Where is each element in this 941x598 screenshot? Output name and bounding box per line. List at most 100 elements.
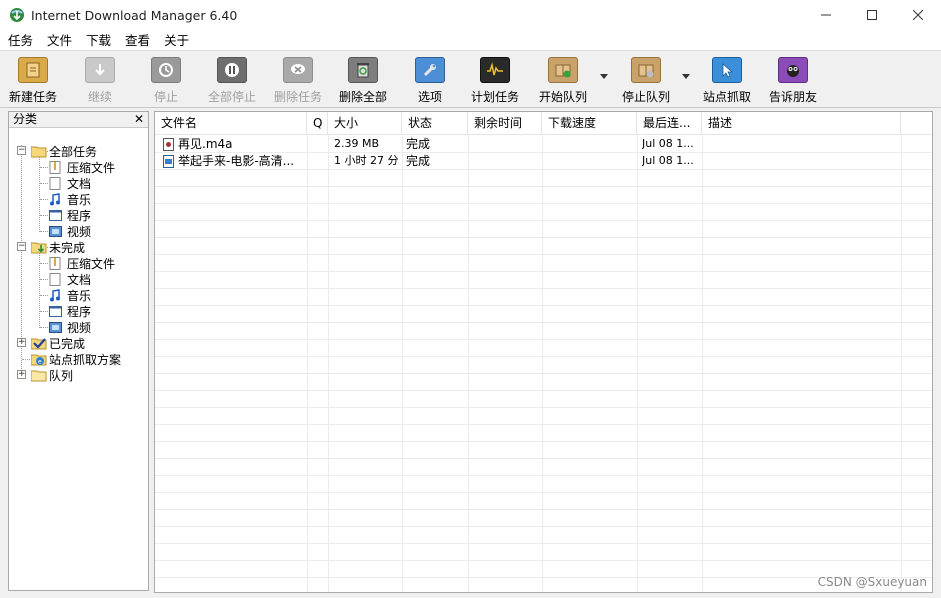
category-grabber-projects[interactable]: e 站点抓取方案	[30, 351, 121, 367]
minimize-button[interactable]	[803, 0, 849, 30]
stop-queue-box-icon	[631, 57, 661, 83]
stop-queue-dropdown-icon[interactable]	[682, 74, 690, 79]
delete-all-button[interactable]: 删除全部	[336, 55, 390, 105]
menu-bar: 任务 文件 下载 查看 关于	[0, 30, 941, 51]
download-list: 文件名 Q 大小 状态 剩余时间 下载速度 最后连... 描述 再见.m4a 2…	[154, 111, 933, 593]
resume-button[interactable]: 继续	[80, 55, 120, 105]
category-all-programs[interactable]: 程序	[49, 207, 91, 223]
cursor-arrow-icon	[712, 57, 742, 83]
grid-row-line	[155, 305, 932, 306]
grid-row-line	[155, 152, 932, 153]
options-button[interactable]: 选项	[412, 55, 448, 105]
file-last-try: Jul 08 1...	[642, 154, 694, 167]
stop-queue-button[interactable]: 停止队列	[619, 55, 673, 105]
audio-file-icon	[163, 138, 174, 151]
pause-icon	[217, 57, 247, 83]
new-task-button[interactable]: 新建任务	[8, 55, 58, 105]
category-finished[interactable]: 已完成	[30, 335, 85, 351]
stop-button[interactable]: 停止	[146, 55, 186, 105]
category-unfinished-programs[interactable]: 程序	[49, 303, 91, 319]
category-panel: 分类 ✕ − 全部任务 压缩文件 文档 音乐 程序 视频 − 未完成 压缩文件 …	[8, 111, 149, 591]
new-task-icon	[18, 57, 48, 83]
queues-expand-icon[interactable]: +	[17, 370, 26, 379]
grid-row-line	[155, 322, 932, 323]
column-size[interactable]: 大小	[328, 112, 402, 135]
category-all-documents[interactable]: 文档	[49, 175, 91, 191]
column-last-try[interactable]: 最后连...	[637, 112, 702, 135]
table-row[interactable]: 举起手来-电影-高清... 1 小时 27 分 完成 Jul 08 1...	[155, 153, 932, 169]
category-unfinished-music[interactable]: 音乐	[49, 287, 91, 303]
grid-row-line	[155, 271, 932, 272]
folder-icon	[30, 369, 47, 382]
category-close-icon[interactable]: ✕	[134, 112, 144, 127]
stop-all-button[interactable]: 全部停止	[206, 55, 258, 105]
grid-row-line	[155, 356, 932, 357]
grid-column-line	[637, 135, 638, 592]
category-unfinished-compressed[interactable]: 压缩文件	[49, 255, 115, 271]
grid-row-line	[155, 237, 932, 238]
finished-expand-icon[interactable]: +	[17, 338, 26, 347]
column-speed[interactable]: 下载速度	[542, 112, 637, 135]
grid-row-line	[155, 424, 932, 425]
category-header: 分类 ✕	[9, 112, 148, 128]
unfinished-collapse-icon[interactable]: −	[17, 242, 26, 251]
category-all-video[interactable]: 视频	[49, 223, 91, 239]
grid-row-line	[155, 475, 932, 476]
close-button[interactable]	[895, 0, 941, 30]
menu-tasks[interactable]: 任务	[0, 30, 39, 51]
folder-download-icon	[30, 241, 47, 254]
table-row[interactable]: 再见.m4a 2.39 MB 完成 Jul 08 1...	[155, 136, 932, 152]
column-filename[interactable]: 文件名	[155, 112, 307, 135]
column-description[interactable]: 描述	[702, 112, 901, 135]
delete-task-button[interactable]: 删除任务	[272, 55, 324, 105]
file-name: 举起手来-电影-高清...	[178, 154, 295, 168]
file-status: 完成	[406, 154, 431, 168]
category-queues[interactable]: 队列	[30, 367, 73, 383]
all-tasks-collapse-icon[interactable]: −	[17, 146, 26, 155]
category-unfinished[interactable]: 未完成	[30, 239, 85, 255]
column-time-left[interactable]: 剩余时间	[468, 112, 542, 135]
grid-row-line	[155, 254, 932, 255]
grid-column-line	[468, 135, 469, 592]
zip-file-icon	[49, 160, 63, 174]
start-queue-dropdown-icon[interactable]	[600, 74, 608, 79]
grid-row-line	[155, 577, 932, 578]
site-grabber-button[interactable]: 站点抓取	[701, 55, 753, 105]
start-queue-button[interactable]: 开始队列	[536, 55, 590, 105]
video-film-icon	[49, 321, 63, 334]
grid-row-line	[155, 526, 932, 527]
category-all-music[interactable]: 音乐	[49, 191, 91, 207]
category-all-compressed[interactable]: 压缩文件	[49, 159, 115, 175]
file-size: 1 小时 27 分	[334, 154, 399, 167]
maximize-button[interactable]	[849, 0, 895, 30]
grid-row-line	[155, 560, 932, 561]
menu-file[interactable]: 文件	[39, 30, 78, 51]
column-queue[interactable]: Q	[307, 112, 328, 135]
menu-view[interactable]: 查看	[117, 30, 156, 51]
tell-friend-button[interactable]: 告诉朋友	[767, 55, 819, 105]
grid-row-line	[155, 339, 932, 340]
category-unfinished-documents[interactable]: 文档	[49, 271, 91, 287]
program-window-icon	[49, 305, 63, 318]
category-unfinished-video[interactable]: 视频	[49, 319, 91, 335]
svg-text:e: e	[38, 358, 42, 365]
friend-face-icon	[778, 57, 808, 83]
grid-row-line	[155, 169, 932, 170]
column-status[interactable]: 状态	[402, 112, 468, 135]
grid-row-line	[155, 186, 932, 187]
column-header-row: 文件名 Q 大小 状态 剩余时间 下载速度 最后连... 描述	[155, 112, 932, 135]
scheduler-button[interactable]: 计划任务	[469, 55, 521, 105]
file-last-try: Jul 08 1...	[642, 137, 694, 150]
video-film-icon	[49, 225, 63, 238]
wrench-icon	[415, 57, 445, 83]
document-icon	[49, 272, 63, 286]
file-name: 再见.m4a	[178, 137, 233, 151]
grid-row-line	[155, 390, 932, 391]
menu-downloads[interactable]: 下载	[78, 30, 117, 51]
file-status: 完成	[406, 137, 431, 151]
window-title: Internet Download Manager 6.40	[31, 7, 238, 23]
category-all-tasks[interactable]: 全部任务	[30, 143, 97, 159]
menu-about[interactable]: 关于	[156, 30, 195, 51]
grid-row-line	[155, 441, 932, 442]
grid-row-line	[155, 220, 932, 221]
